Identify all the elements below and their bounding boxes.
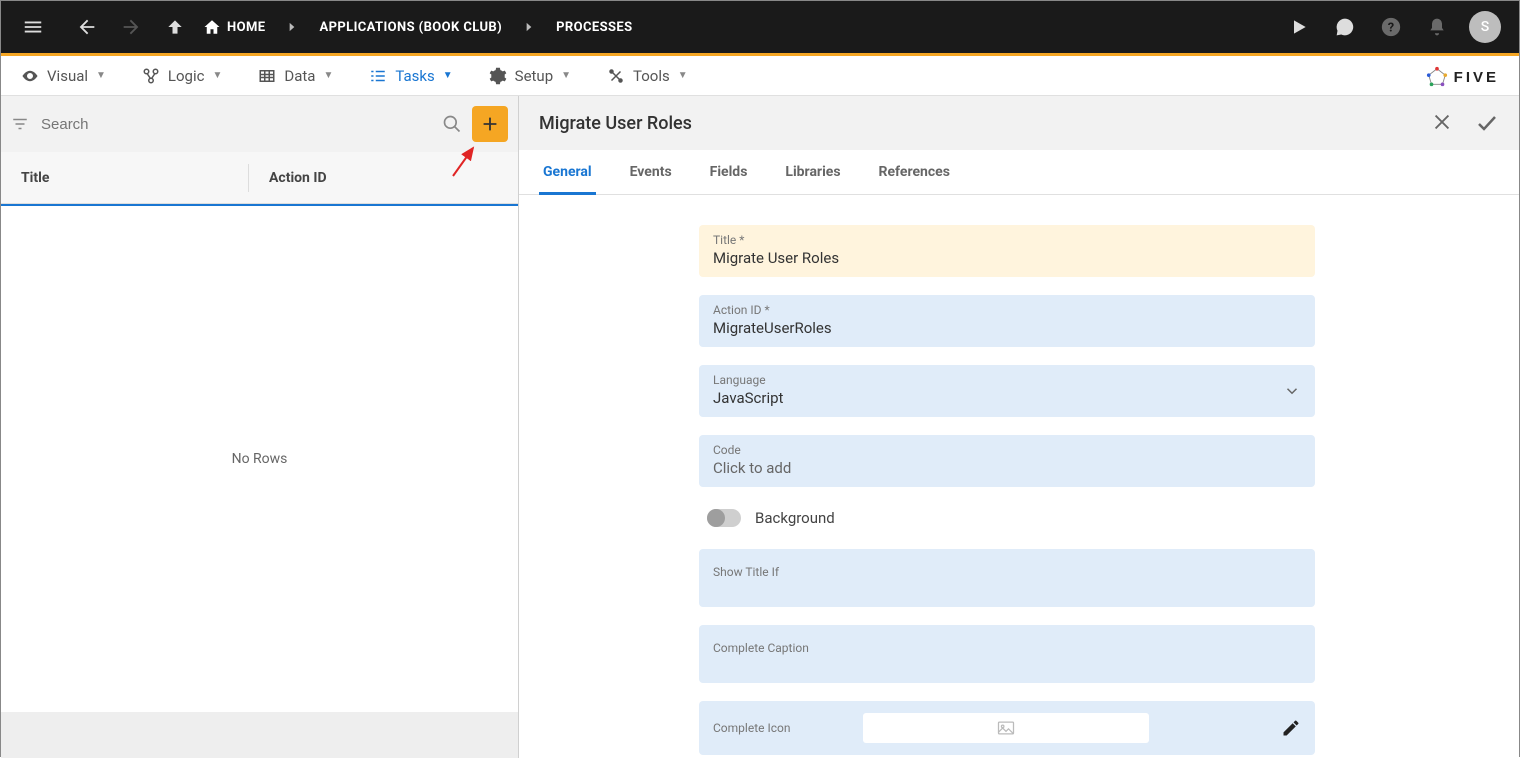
form-scroll[interactable]: Title * Migrate User Roles Action ID * M…	[519, 195, 1519, 758]
breadcrumb-home[interactable]: HOME	[203, 18, 265, 36]
field-title-value: Migrate User Roles	[713, 249, 1301, 267]
chevron-down-icon: ▼	[443, 70, 453, 81]
chevron-right-icon	[285, 20, 299, 34]
sub-tab-references[interactable]: References	[875, 150, 954, 194]
edit-icon[interactable]	[1281, 718, 1301, 738]
tab-visual[interactable]: Visual ▼	[21, 59, 106, 93]
search-bar	[1, 96, 518, 152]
forward-icon	[117, 13, 145, 41]
field-code-label: Code	[713, 443, 1301, 457]
chevron-right-icon	[522, 20, 536, 34]
plus-icon	[479, 113, 501, 135]
toggle-thumb	[707, 509, 725, 527]
field-language-label: Language	[713, 373, 1301, 387]
chevron-down-icon: ▼	[323, 70, 333, 81]
search-input[interactable]	[37, 110, 436, 139]
field-action-id[interactable]: Action ID * MigrateUserRoles	[699, 295, 1315, 347]
table-icon	[258, 67, 276, 85]
field-complete-caption[interactable]: Complete Caption	[699, 625, 1315, 683]
notifications-icon[interactable]	[1423, 13, 1451, 41]
field-show-title-if-label: Show Title If	[713, 565, 1301, 579]
close-icon[interactable]	[1431, 111, 1453, 135]
field-action-id-label: Action ID *	[713, 303, 1301, 317]
run-icon[interactable]	[1285, 13, 1313, 41]
up-icon[interactable]	[161, 13, 189, 41]
field-complete-caption-label: Complete Caption	[713, 641, 1301, 655]
field-title[interactable]: Title * Migrate User Roles	[699, 225, 1315, 277]
avatar[interactable]: S	[1469, 11, 1501, 43]
confirm-icon[interactable]	[1475, 111, 1499, 135]
brand-text: FIVE	[1454, 69, 1499, 86]
field-show-title-if[interactable]: Show Title If	[699, 549, 1315, 607]
right-panel: Migrate User Roles General Events Fields…	[519, 96, 1519, 758]
svg-text:?: ?	[1388, 21, 1394, 36]
tab-tools-label: Tools	[633, 67, 670, 85]
add-button[interactable]	[472, 106, 508, 142]
breadcrumb-applications-label: APPLICATIONS (BOOK CLUB)	[319, 20, 502, 35]
image-icon	[996, 718, 1016, 738]
column-action-id[interactable]: Action ID	[249, 170, 518, 186]
tab-logic[interactable]: Logic ▼	[142, 59, 222, 93]
back-icon[interactable]	[73, 13, 101, 41]
background-toggle[interactable]	[707, 509, 741, 527]
home-icon	[203, 18, 221, 36]
tab-data-label: Data	[284, 67, 315, 85]
left-panel: Title Action ID No Rows	[1, 96, 519, 758]
breadcrumb-processes-label: PROCESSES	[556, 20, 632, 35]
table-header: Title Action ID	[1, 152, 518, 204]
tab-setup[interactable]: Setup ▼	[489, 59, 571, 93]
field-background: Background	[699, 505, 1315, 531]
chevron-down-icon: ▼	[96, 70, 106, 81]
field-title-label: Title *	[713, 233, 1301, 247]
column-title[interactable]: Title	[1, 164, 249, 192]
tab-tasks-label: Tasks	[395, 67, 434, 85]
field-language[interactable]: Language JavaScript	[699, 365, 1315, 417]
chevron-down-icon: ▼	[561, 70, 571, 81]
search-icon[interactable]	[442, 114, 466, 134]
gear-icon	[489, 67, 507, 85]
tab-visual-label: Visual	[47, 67, 88, 85]
tab-data[interactable]: Data ▼	[258, 59, 333, 93]
background-label: Background	[755, 509, 835, 527]
tab-setup-label: Setup	[515, 67, 553, 85]
field-action-id-value: MigrateUserRoles	[713, 319, 1301, 337]
topbar: HOME APPLICATIONS (BOOK CLUB) PROCESSES …	[1, 1, 1519, 53]
field-language-value: JavaScript	[713, 389, 1301, 407]
hamburger-icon[interactable]	[19, 13, 47, 41]
chevron-down-icon	[1283, 382, 1301, 400]
upload-box[interactable]	[863, 713, 1149, 743]
checklist-icon	[369, 67, 387, 85]
field-code-value: Click to add	[713, 459, 1301, 477]
filter-icon[interactable]	[11, 115, 31, 133]
help-icon[interactable]: ?	[1377, 13, 1405, 41]
tab-tools[interactable]: Tools ▼	[607, 59, 688, 93]
breadcrumb-processes[interactable]: PROCESSES	[556, 20, 632, 35]
breadcrumb: HOME APPLICATIONS (BOOK CLUB) PROCESSES	[203, 18, 633, 36]
field-complete-icon-label: Complete Icon	[713, 721, 863, 735]
sub-tab-general[interactable]: General	[539, 150, 596, 194]
tab-tasks[interactable]: Tasks ▼	[369, 59, 452, 93]
sub-tab-events[interactable]: Events	[626, 150, 676, 194]
feedback-icon[interactable]	[1331, 13, 1359, 41]
brand-mark-icon	[1426, 66, 1448, 88]
left-footer	[1, 712, 518, 758]
chevron-down-icon: ▼	[212, 70, 222, 81]
logic-icon	[142, 67, 160, 85]
breadcrumb-applications[interactable]: APPLICATIONS (BOOK CLUB)	[319, 20, 502, 35]
eye-icon	[21, 67, 39, 85]
no-rows-message: No Rows	[1, 206, 518, 712]
sub-tabs: General Events Fields Libraries Referenc…	[519, 150, 1519, 195]
brand-logo: FIVE	[1426, 66, 1499, 88]
main-tabs: Visual ▼ Logic ▼ Data ▼ Tasks ▼ Setup ▼ …	[1, 56, 1519, 96]
chevron-down-icon: ▼	[678, 70, 688, 81]
sub-tab-libraries[interactable]: Libraries	[781, 150, 844, 194]
field-code[interactable]: Code Click to add	[699, 435, 1315, 487]
detail-header: Migrate User Roles	[519, 96, 1519, 150]
tools-icon	[607, 67, 625, 85]
sub-tab-fields[interactable]: Fields	[706, 150, 752, 194]
detail-title: Migrate User Roles	[539, 113, 1431, 134]
breadcrumb-home-label: HOME	[227, 20, 265, 35]
tab-logic-label: Logic	[168, 67, 205, 85]
field-complete-icon[interactable]: Complete Icon	[699, 701, 1315, 755]
